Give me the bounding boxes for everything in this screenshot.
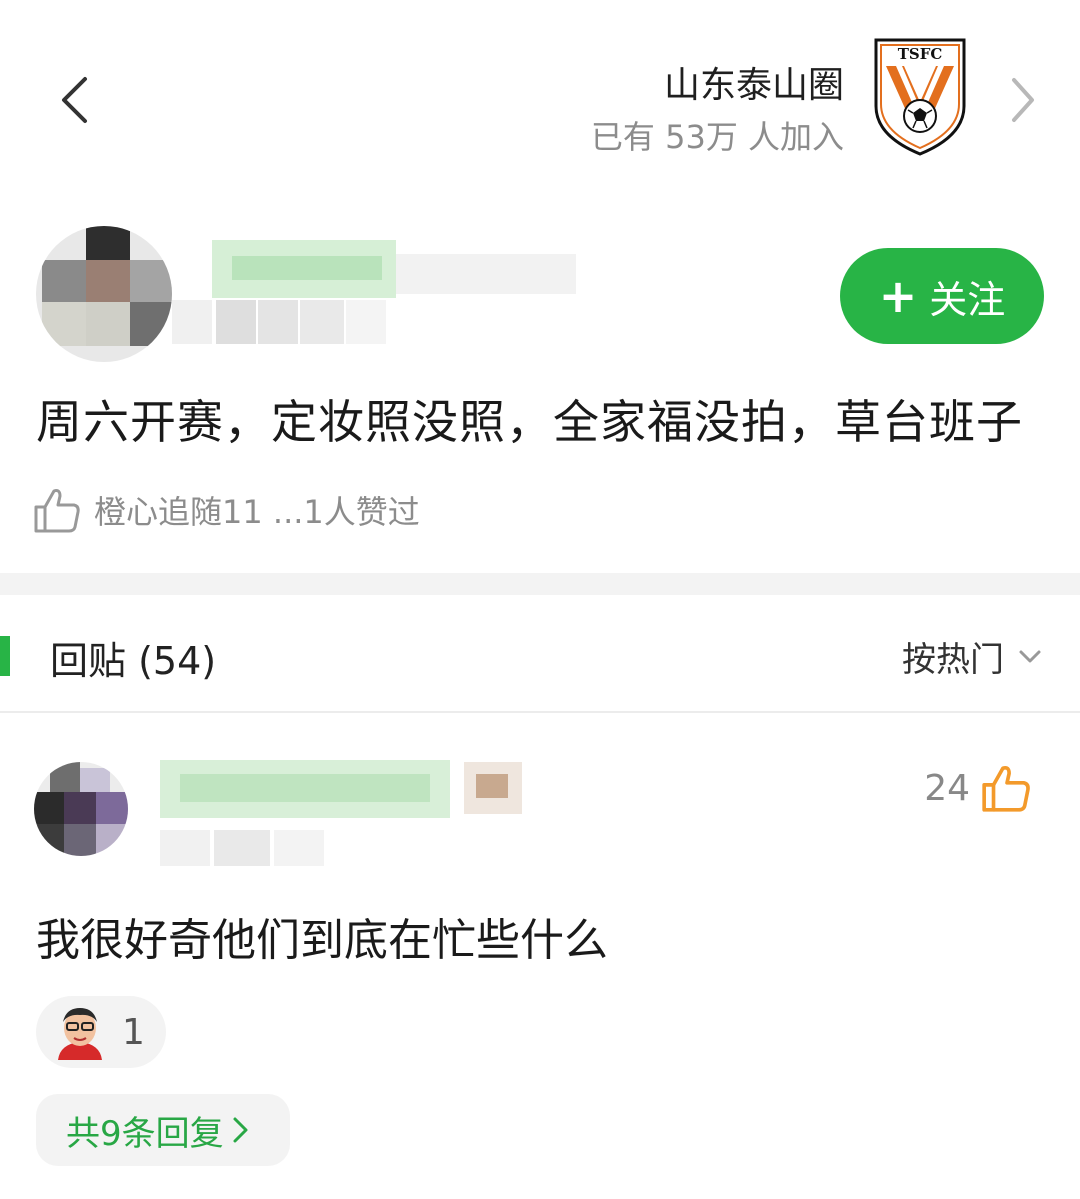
commenter-name-redacted [160, 760, 522, 866]
pixelated-avatar-image [34, 762, 128, 856]
chevron-left-icon [62, 77, 87, 123]
follow-label: 关注 [929, 277, 1006, 322]
commenter-avatar[interactable] [34, 762, 128, 856]
back-button[interactable] [52, 72, 96, 128]
circle-name[interactable]: 山东泰山圈 [664, 56, 844, 108]
view-replies-button[interactable]: 共9条回复 [36, 1094, 290, 1166]
cartoon-face-icon [58, 1008, 102, 1060]
club-logo[interactable]: TSFC [872, 36, 968, 158]
sort-label: 按热门 [902, 640, 1004, 680]
chevron-right-icon [1012, 78, 1034, 122]
post-like-row[interactable]: 橙心追随11 ...1人赞过 [32, 484, 420, 536]
circle-member-count: 已有 53万 人加入 [590, 118, 844, 156]
pixelated-avatar-image [36, 226, 172, 362]
thumbs-up-orange-icon [982, 765, 1030, 812]
comment-text: 我很好奇他们到底在忙些什么 [36, 915, 608, 966]
replies-title: 回贴 (54) [50, 639, 217, 683]
comment-like-button[interactable]: 24 [924, 762, 1032, 814]
plus-icon: + [878, 269, 918, 323]
sort-dropdown[interactable]: 按热门 [902, 632, 1042, 681]
chevron-down-icon [1019, 650, 1041, 662]
chevron-right-icon [233, 1117, 248, 1143]
section-divider [0, 573, 1080, 595]
svg-text:TSFC: TSFC [898, 45, 943, 63]
like-summary[interactable]: 橙心追随11 ...1人赞过 [94, 487, 420, 533]
reaction-pill[interactable]: 1 [36, 996, 166, 1068]
circle-enter-button[interactable] [1004, 74, 1040, 126]
author-avatar[interactable] [36, 226, 172, 362]
divider-line [0, 711, 1080, 713]
section-marker [0, 636, 10, 676]
replies-header: 回贴 (54) 按热门 [0, 616, 1080, 696]
follow-button[interactable]: + 关注 [840, 248, 1044, 344]
comment-like-count: 24 [924, 767, 970, 809]
view-replies-label: 共9条回复 [66, 1113, 224, 1154]
post-text: 周六开赛，定妆照没照，全家福没拍，草台班子 [36, 395, 1023, 449]
reaction-count: 1 [122, 1011, 145, 1053]
thumbs-up-outline-icon [34, 489, 80, 533]
author-name-redacted [172, 240, 576, 344]
